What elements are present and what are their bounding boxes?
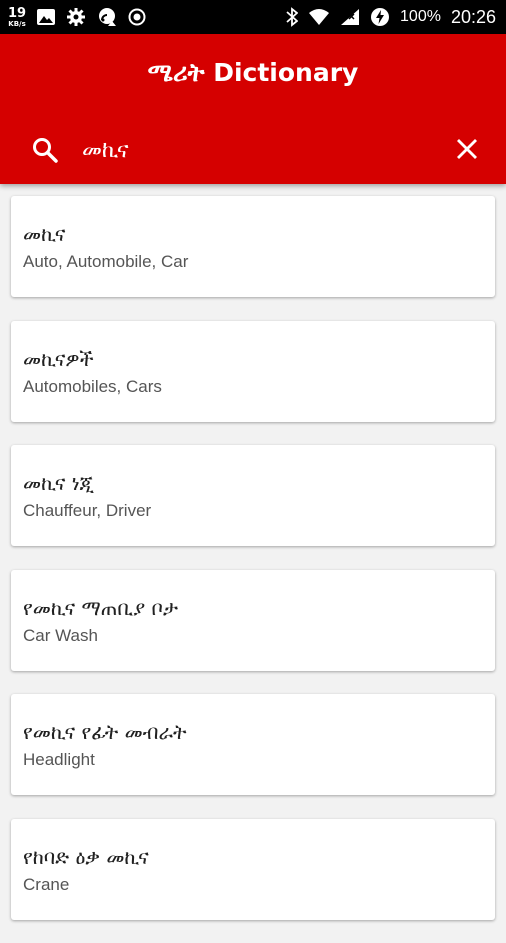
result-term: የከባድ ዕቃ መኪና	[23, 844, 149, 869]
result-card[interactable]: መኪናዎች Automobiles, Cars	[11, 320, 495, 422]
cast-icon	[96, 7, 118, 27]
bluetooth-icon	[286, 7, 299, 27]
result-meaning: Car Wash	[23, 625, 98, 645]
record-icon	[128, 8, 146, 26]
results-list: መኪና Auto, Automobile, Car መኪናዎች Automobi…	[11, 196, 495, 943]
search-input[interactable]	[82, 132, 412, 168]
network-speed-value: 19	[8, 5, 27, 21]
result-meaning: Automobiles, Cars	[23, 376, 162, 396]
battery-percent: 100%	[400, 8, 441, 25]
app-title: ሜሪት Dictionary	[147, 58, 359, 87]
settings-gear-icon	[66, 7, 86, 27]
result-meaning: Auto, Automobile, Car	[23, 252, 189, 271]
image-icon	[36, 8, 56, 26]
wifi-icon	[308, 8, 330, 26]
data-saver-icon	[370, 7, 390, 27]
result-term: መኪና	[23, 222, 66, 246]
search-bar	[0, 130, 506, 170]
app-bar: ሜሪት Dictionary	[0, 34, 506, 184]
result-card[interactable]: የከባድ ዕቃ መኪና Crane	[11, 818, 495, 920]
result-meaning: Crane	[23, 874, 70, 894]
search-icon[interactable]	[32, 137, 58, 167]
result-meaning: Headlight	[23, 750, 95, 769]
result-term: የመኪና ማጠቢያ ቦታ	[23, 595, 178, 620]
close-icon[interactable]	[455, 137, 479, 165]
result-term: የመኪና የፊት መብራት	[23, 720, 187, 744]
clock: 20:26	[450, 6, 496, 27]
result-card[interactable]: የመኪና የፊት መብራት Headlight	[11, 694, 495, 795]
result-card[interactable]: መኪና Auto, Automobile, Car	[11, 196, 495, 297]
result-term: መኪና ነጂ	[23, 471, 95, 495]
result-card[interactable]: የመኪና ማጠቢያ ቦታ Car Wash	[11, 569, 495, 671]
result-meaning: Chauffeur, Driver	[23, 501, 152, 520]
status-right: 100% 20:26	[286, 7, 496, 28]
status-bar: 19 KB/s 100% 20:26	[0, 0, 506, 34]
status-left: 19 KB/s	[8, 7, 146, 28]
result-term: መኪናዎች	[23, 346, 94, 371]
network-speed-unit: KB/s	[8, 19, 26, 28]
signal-icon	[340, 8, 360, 26]
result-card[interactable]: መኪና ነጂ Chauffeur, Driver	[11, 445, 495, 546]
network-speed: 19 KB/s	[8, 7, 26, 28]
